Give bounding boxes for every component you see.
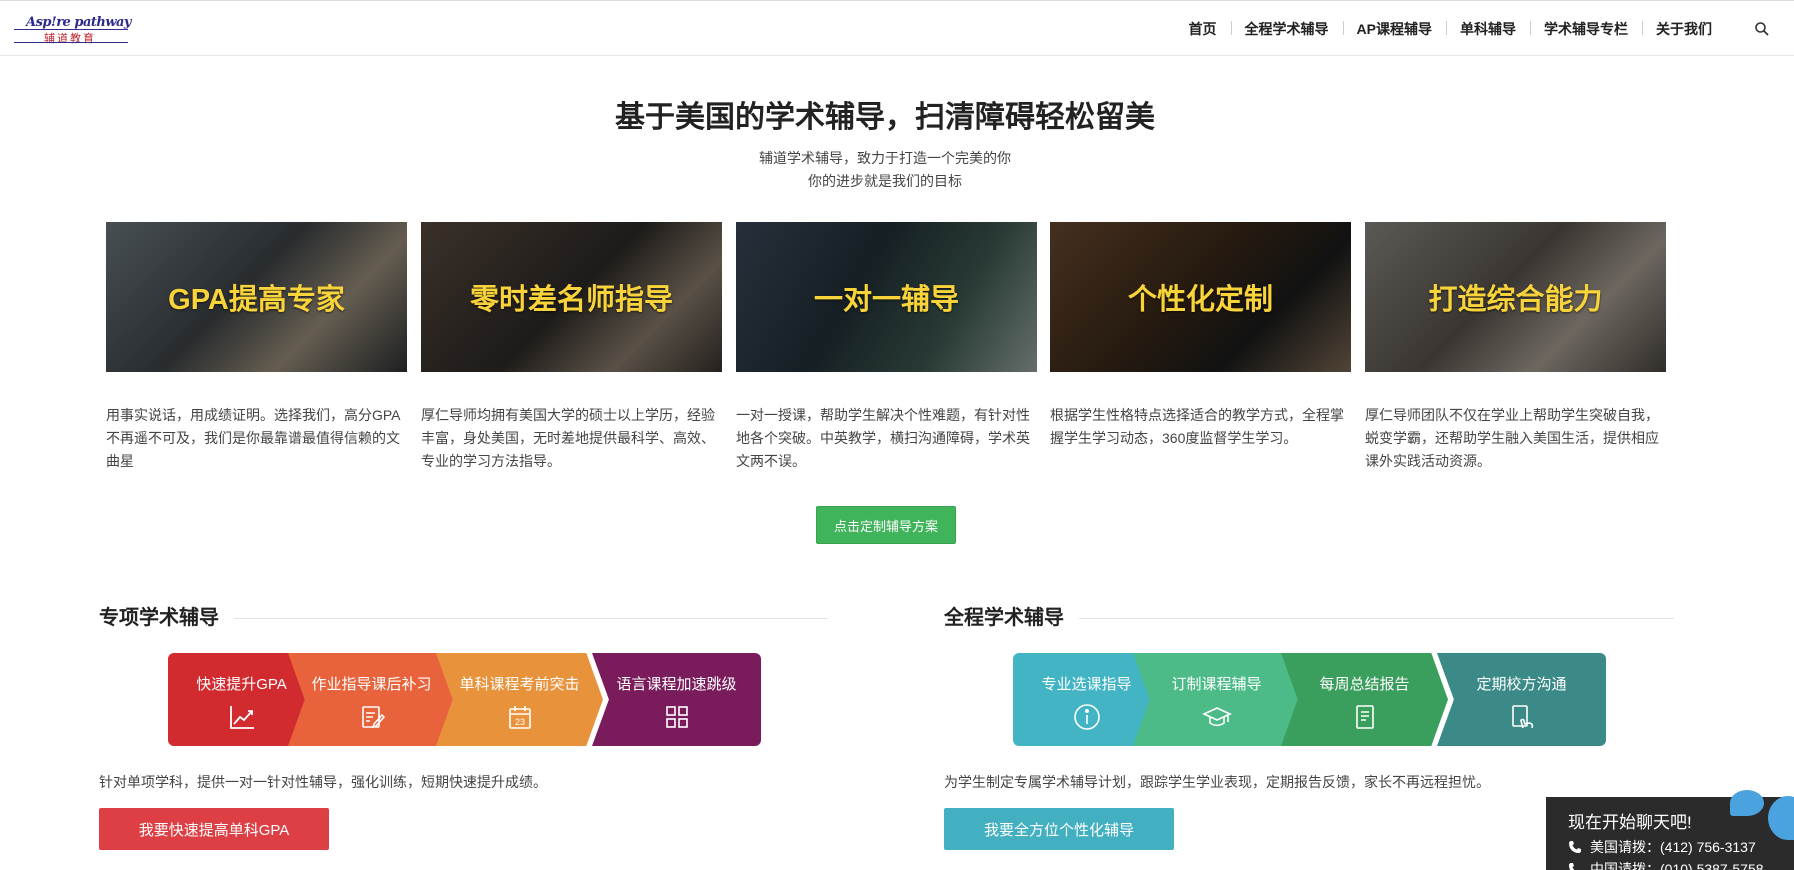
feature-card-image: 一对一辅导 [736,222,1037,372]
feature-card-title: 打造综合能力 [1428,284,1603,316]
nav-item-single-subject[interactable]: 单科辅导 [1446,19,1530,39]
step-language[interactable]: 语言课程加速跳级 [592,653,761,746]
feature-card-text: 根据学生性格特点选择适合的教学方式，全程掌握学生学习动态，360度监督学生学习。 [1050,407,1344,446]
section-description: 针对单项学科，提供一对一针对性辅导，强化训练，短期快速提升成绩。 [99,774,547,790]
section-divider [234,618,828,619]
section-divider [1079,618,1674,619]
special-steps: 快速提升GPA 作业指导课后补习 单科课程考前突击 23 语言课程加速跳级 [168,653,761,746]
feature-card-image: GPA提高专家 [106,222,407,372]
step-label: 作业指导课后补习 [311,676,432,693]
step-course-selection[interactable]: 专业选课指导 [1013,653,1160,746]
step-fast-gpa[interactable]: 快速提升GPA [168,653,315,746]
feature-card-title: 一对一辅导 [813,284,959,316]
section-title-full: 全程学术辅导 [944,607,1064,629]
step-exam-prep[interactable]: 单科课程考前突击 23 [436,653,603,746]
calendar-icon: 23 [508,706,531,729]
logo-rule [14,42,128,43]
feature-card: 一对一辅导 一对一授课，帮助学生解决个性难题，有针对性地各个突破。中英教学，横扫… [736,222,1037,473]
feature-card-title: 个性化定制 [1127,284,1273,316]
chat-us-phone-text: 美国请拨：(412) 756-3137 [1590,839,1756,855]
feature-card-image: 打造综合能力 [1365,222,1666,372]
info-icon [1073,704,1100,730]
step-school-communication[interactable]: 定期校方沟通 [1437,653,1606,746]
feature-card-text: 厚仁导师均拥有美国大学的硕士以上学历，经验丰富，身处美国，无时差地提供最科学、高… [421,407,715,469]
full-steps: 专业选课指导 订制课程辅导 每周总结报告 定期校方沟通 [1013,653,1606,746]
chat-us-phone[interactable]: 美国请拨：(412) 756-3137 [1568,837,1756,857]
chat-title: 现在开始聊天吧! [1568,813,1692,832]
nav-item-about[interactable]: 关于我们 [1642,19,1726,39]
hero-title: 基于美国的学术辅导，扫清障碍轻松留美 [615,101,1155,134]
feature-card: 个性化定制 根据学生性格特点选择适合的教学方式，全程掌握学生学习动态，360度监… [1050,222,1351,450]
nav-item-home[interactable]: 首页 [1175,19,1231,39]
main-nav: 首页 全程学术辅导 AP课程辅导 单科辅导 学术辅导专栏 关于我们 [1175,1,1726,57]
feature-card-image: 零时差名师指导 [421,222,722,372]
notebook-icon [1355,705,1374,729]
edit-note-icon [361,706,385,729]
step-weekly-report[interactable]: 每周总结报告 [1281,653,1448,746]
qr-grid-icon [665,706,688,728]
nav-item-column[interactable]: 学术辅导专栏 [1530,19,1642,39]
svg-text:23: 23 [515,717,525,727]
tablet-touch-icon [1511,705,1533,729]
fast-gpa-button[interactable]: 我要快速提高单科GPA [99,808,329,850]
feature-card-text: 厚仁导师团队不仅在学业上帮助学生突破自我，蜕变学霸，还帮助学生融入美国生活，提供… [1365,407,1659,469]
step-label: 每周总结报告 [1319,676,1410,693]
hero-subtitle: 辅道学术辅导，致力于打造一个完美的你 [759,150,1011,166]
step-label: 单科课程考前突击 [459,676,580,693]
chart-line-icon [229,706,254,729]
section-title-special: 专项学术辅导 [99,607,219,629]
nav-item-ap-tutoring[interactable]: AP课程辅导 [1342,19,1446,39]
hero-subtitle: 你的进步就是我们的目标 [808,173,962,189]
step-label: 语言课程加速跳级 [616,676,737,693]
feature-card-title: GPA提高专家 [168,284,345,316]
logo-chinese: 辅道教育 [44,33,96,45]
feature-card-title: 零时差名师指导 [469,284,673,316]
step-label: 快速提升GPA [196,676,287,693]
chat-bubble-icon[interactable] [1730,790,1764,816]
feature-card-text: 用事实说话，用成绩证明。选择我们，高分GPA不再遥不可及，我们是你最靠谱最值得信… [106,407,401,469]
personalized-tutoring-button[interactable]: 我要全方位个性化辅导 [944,808,1174,850]
feature-card-text: 一对一授课，帮助学生解决个性难题，有针对性地各个突破。中英教学，横扫沟通障碍，学… [736,407,1030,469]
search-icon[interactable] [1754,21,1770,37]
feature-card: 零时差名师指导 厚仁导师均拥有美国大学的硕士以上学历，经验丰富，身处美国，无时差… [421,222,722,473]
custom-plan-button[interactable]: 点击定制辅导方案 [816,506,956,544]
site-logo[interactable]: Asp!re pathway 辅道教育 [14,15,132,45]
step-homework[interactable]: 作业指导课后补习 [288,653,455,746]
step-label: 专业选课指导 [1041,676,1132,693]
phone-icon [1569,841,1581,853]
site-header: Asp!re pathway 辅道教育 首页 全程学术辅导 AP课程辅导 单科辅… [0,0,1794,56]
nav-item-full-tutoring[interactable]: 全程学术辅导 [1230,19,1343,39]
step-custom-course[interactable]: 订制课程辅导 [1133,653,1300,746]
chat-cn-phone[interactable]: 中国请拨：(010) 5387-5758 [1568,859,1764,870]
feature-card: GPA提高专家 用事实说话，用成绩证明。选择我们，高分GPA不再遥不可及，我们是… [106,222,407,473]
chat-cn-phone-text: 中国请拨：(010) 5387-5758 [1590,861,1764,870]
step-label: 定期校方沟通 [1476,676,1567,693]
section-description: 为学生制定专属学术辅导计划，跟踪学生学业表现，定期报告反馈，家长不再远程担忧。 [944,774,1490,790]
step-label: 订制课程辅导 [1171,676,1262,693]
logo-english: Asp!re pathway [26,15,132,30]
phone-icon [1569,863,1578,870]
feature-card-image: 个性化定制 [1050,222,1351,372]
graduation-cap-icon [1201,707,1232,727]
feature-card: 打造综合能力 厚仁导师团队不仅在学业上帮助学生突破自我，蜕变学霸，还帮助学生融入… [1365,222,1666,473]
